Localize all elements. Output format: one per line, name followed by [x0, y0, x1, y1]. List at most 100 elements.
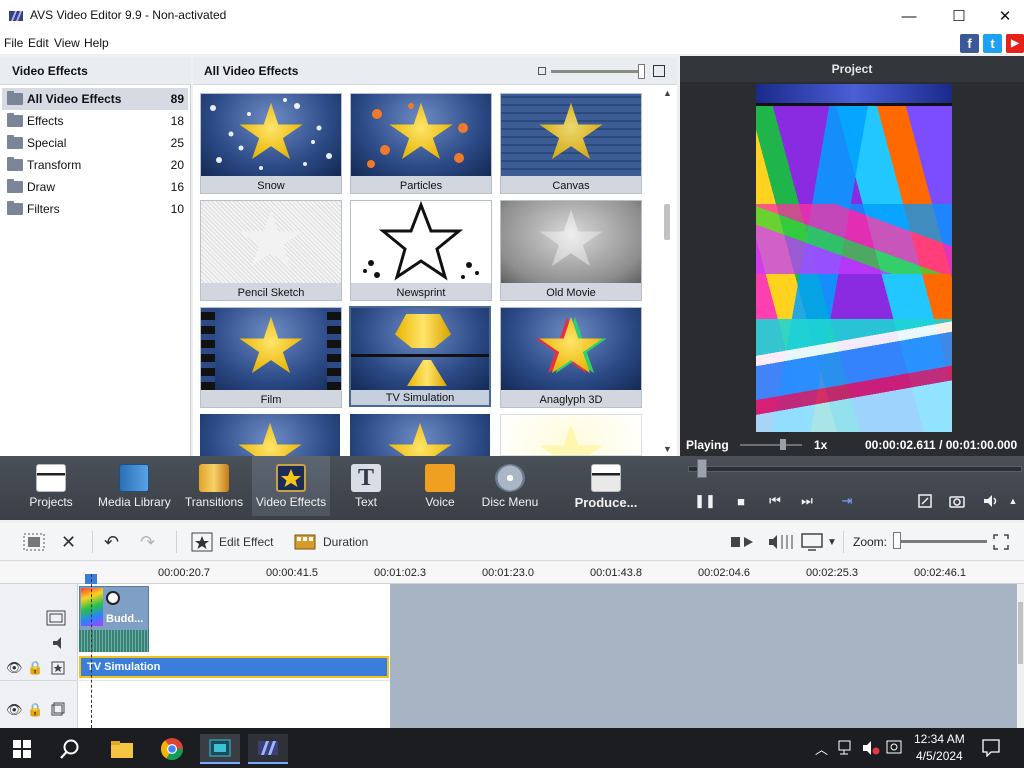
volume-muted-icon[interactable] [862, 740, 880, 756]
snapshot-icon[interactable] [947, 491, 967, 511]
file-explorer-icon[interactable] [102, 734, 142, 764]
lock-icon[interactable]: 🔒 [27, 660, 43, 676]
category-filters[interactable]: Filters 10 [2, 198, 188, 220]
delete-icon[interactable]: ✕ [61, 531, 76, 553]
audio-mixer-icon[interactable] [768, 531, 794, 553]
video-effects-button[interactable]: Video Effects [252, 456, 330, 516]
text-button[interactable]: T Text [342, 456, 390, 516]
monitor-icon [801, 533, 823, 551]
tray-chevron-up-icon[interactable]: ︿ [815, 739, 828, 758]
scroll-up-icon[interactable]: ▲ [663, 88, 672, 98]
speed-slider-handle[interactable] [780, 439, 786, 450]
disc-menu-button[interactable]: Disc Menu [480, 456, 540, 516]
category-special[interactable]: Special 25 [2, 132, 188, 154]
timeline-empty-area[interactable] [390, 584, 1017, 728]
visibility-eye-icon[interactable]: 👁 [6, 702, 23, 718]
youtube-icon[interactable]: ▶ [1006, 34, 1024, 53]
scroll-down-icon[interactable]: ▼ [663, 444, 672, 454]
pause-icon[interactable]: ❚❚ [694, 491, 716, 511]
stop-icon[interactable]: ■ [731, 491, 751, 511]
lock-icon[interactable]: 🔒 [27, 702, 43, 718]
visibility-eye-icon[interactable]: 👁 [6, 660, 23, 676]
scroll-thumb[interactable] [664, 204, 670, 240]
speed-slider[interactable] [740, 444, 802, 446]
effect-label: Film [260, 394, 282, 406]
produce-button[interactable]: Produce... [570, 456, 642, 516]
fit-timeline-icon[interactable] [993, 531, 1009, 553]
edit-effect-icon [191, 532, 213, 552]
voice-button[interactable]: Voice [416, 456, 464, 516]
action-center-icon[interactable] [982, 739, 1000, 757]
effect-tile-anaglyph-3d[interactable]: Anaglyph 3D [500, 307, 642, 408]
notification-device-icon[interactable] [886, 740, 904, 756]
effect-tile-particles[interactable]: Particles [350, 93, 492, 194]
small-thumbnails-icon[interactable] [538, 67, 546, 75]
thumbnail-size-slider[interactable] [551, 70, 643, 73]
projects-button[interactable]: Projects [22, 456, 80, 516]
category-draw[interactable]: Draw 16 [2, 176, 188, 198]
clock-date[interactable]: 4/5/2024 [916, 749, 963, 763]
category-effects[interactable]: Effects 18 [2, 110, 188, 132]
volume-menu-icon[interactable]: ▲ [1006, 491, 1020, 511]
seek-bar[interactable] [688, 466, 1022, 472]
scroll-thumb[interactable] [1018, 602, 1023, 664]
zoom-slider-handle[interactable] [893, 532, 901, 549]
effect-tile-partial-1[interactable] [200, 414, 342, 456]
effect-tile-tv-simulation[interactable]: TV Simulation [349, 306, 491, 407]
redo-icon[interactable]: ↷ [140, 531, 155, 553]
category-all-video-effects[interactable]: All Video Effects 89 [2, 88, 188, 110]
clip-thumbnail [81, 588, 103, 626]
menu-file[interactable]: File [4, 36, 23, 50]
media-app-icon[interactable] [200, 734, 240, 764]
zoom-slider[interactable] [893, 540, 987, 543]
fullscreen-icon[interactable] [915, 491, 935, 511]
next-frame-icon[interactable]: ⏭ [797, 491, 817, 511]
video-clip-label: Budd... [106, 613, 144, 625]
undo-icon[interactable]: ↶ [104, 531, 119, 553]
effect-tile-newsprint[interactable]: Newsprint [350, 200, 492, 301]
split-audio-icon[interactable] [730, 531, 754, 553]
large-thumbnails-icon[interactable] [653, 65, 665, 77]
avs-editor-taskbar-icon[interactable] [248, 734, 288, 764]
effect-label: Pencil Sketch [237, 287, 305, 299]
clock-time[interactable]: 12:34 AM [914, 732, 965, 746]
timeline-ruler[interactable]: 00:00:20.7 00:00:41.5 00:01:02.3 00:01:2… [0, 562, 1024, 584]
edit-effect-button[interactable]: Edit Effect [191, 531, 273, 553]
maximize-button[interactable]: ☐ [936, 0, 982, 32]
effect-tile-snow[interactable]: Snow [200, 93, 342, 194]
menu-help[interactable]: Help [84, 36, 109, 50]
audio-waveform[interactable] [79, 630, 149, 652]
effect-tile-old-movie[interactable]: Old Movie [500, 200, 642, 301]
category-transform[interactable]: Transform 20 [2, 154, 188, 176]
windows-start-icon[interactable] [2, 734, 42, 764]
storyboard-toggle-icon[interactable] [22, 531, 46, 553]
display-mode-dropdown[interactable]: ▼ [801, 531, 837, 553]
effect-tile-pencil-sketch[interactable]: Pencil Sketch [200, 200, 342, 301]
video-preview[interactable] [756, 84, 952, 432]
volume-icon[interactable] [981, 491, 1001, 511]
effect-tile-film[interactable]: Film [200, 307, 342, 408]
previous-frame-icon[interactable]: ⏮ [765, 491, 785, 511]
mark-icon[interactable]: ⇥ [837, 491, 857, 511]
media-library-button[interactable]: Media Library [98, 456, 171, 516]
gallery-scrollbar[interactable]: ▲ ▼ [660, 86, 677, 456]
facebook-icon[interactable]: f [960, 34, 979, 53]
search-icon[interactable] [50, 734, 90, 764]
timeline-scrollbar[interactable] [1017, 584, 1024, 728]
twitter-icon[interactable]: t [983, 34, 1002, 53]
menu-view[interactable]: View [54, 36, 80, 50]
thumbnail-size-handle[interactable] [638, 64, 645, 79]
effect-clip-tv-simulation[interactable]: TV Simulation [79, 656, 389, 678]
seek-handle[interactable] [697, 459, 707, 478]
duration-button[interactable]: Duration [294, 531, 368, 553]
chrome-icon[interactable] [152, 734, 192, 764]
effect-tile-partial-3[interactable] [500, 414, 642, 456]
network-icon[interactable] [838, 740, 856, 756]
transitions-button[interactable]: Transitions [184, 456, 244, 516]
minimize-button[interactable]: — [886, 0, 932, 32]
timeline-toolbar: ✕ ↶ ↷ Edit Effect Duration ▼ Zoom: [0, 523, 1024, 561]
close-button[interactable]: ✕ [982, 0, 1024, 32]
effect-tile-partial-2[interactable] [350, 414, 492, 456]
effect-tile-canvas[interactable]: Canvas [500, 93, 642, 194]
menu-edit[interactable]: Edit [28, 36, 49, 50]
